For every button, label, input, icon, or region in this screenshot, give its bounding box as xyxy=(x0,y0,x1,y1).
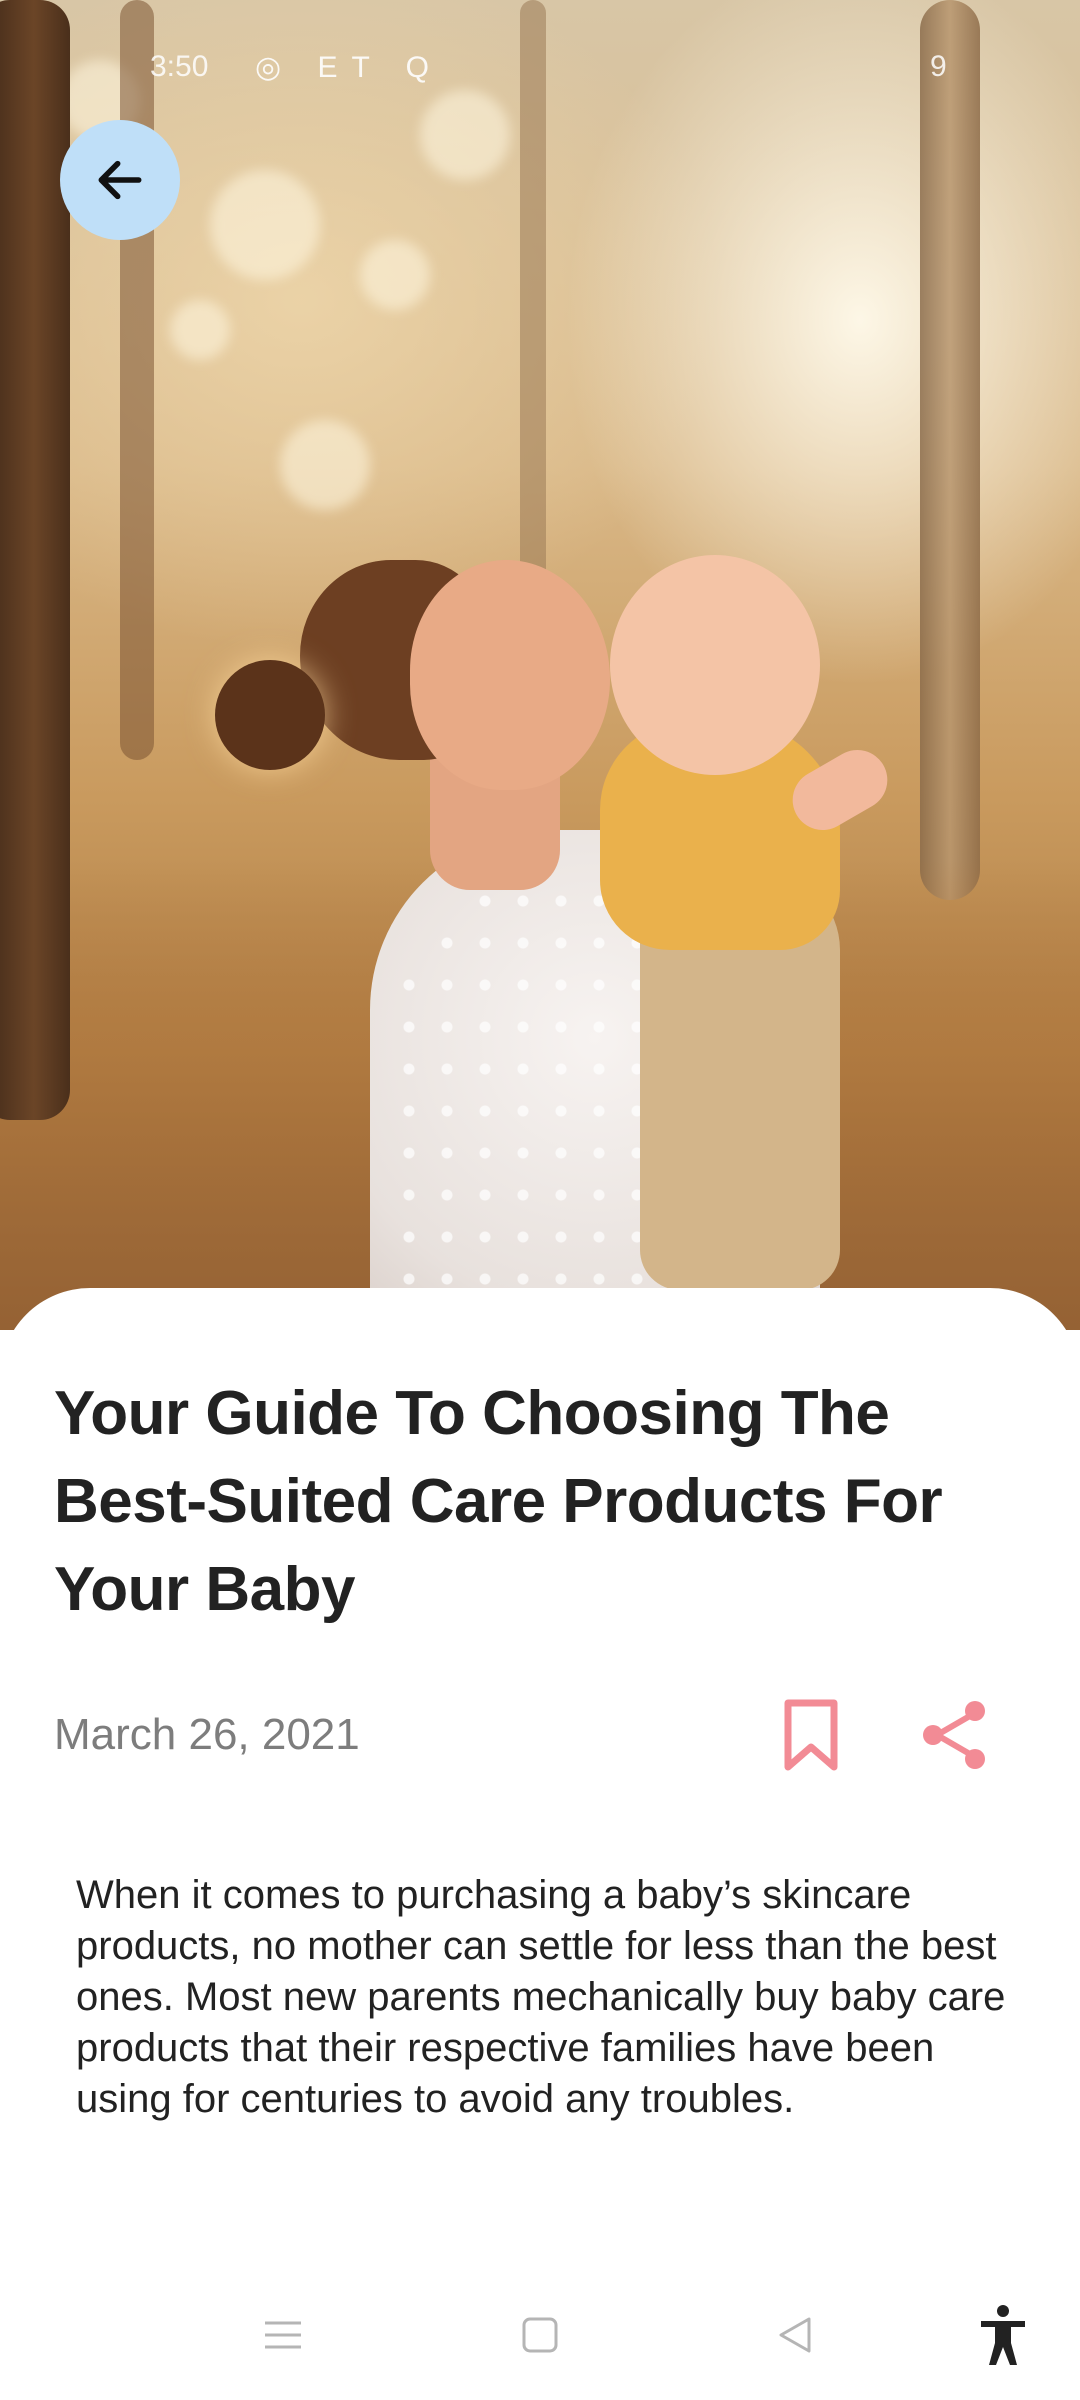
nav-back-button[interactable] xyxy=(755,2300,835,2370)
status-notification-icons: ◎ ET Q xyxy=(255,51,443,84)
square-home-icon xyxy=(522,2317,558,2353)
article-body: When it comes to purchasing a baby’s ski… xyxy=(76,1873,1006,2121)
triangle-back-icon xyxy=(779,2317,811,2353)
system-nav-bar xyxy=(0,2270,1080,2400)
status-bar: 3:50 ◎ ET Q 9 xyxy=(0,40,1080,100)
accessibility-button[interactable] xyxy=(963,2300,1043,2370)
share-icon xyxy=(923,1701,985,1769)
arrow-left-icon xyxy=(98,160,142,200)
bookmark-icon xyxy=(784,1699,838,1771)
share-button[interactable] xyxy=(915,1695,995,1775)
article-title: Your Guide To Choosing The Best-Suited C… xyxy=(54,1379,943,1624)
bookmark-button[interactable] xyxy=(776,1695,846,1775)
status-battery: 9 xyxy=(930,50,947,83)
status-time: 3:50 xyxy=(150,50,209,83)
article-date: March 26, 2021 xyxy=(54,1710,360,1759)
accessibility-icon xyxy=(981,2305,1025,2365)
menu-icon xyxy=(265,2321,301,2349)
nav-menu-button[interactable] xyxy=(243,2300,323,2370)
back-button[interactable] xyxy=(60,120,180,240)
nav-home-button[interactable] xyxy=(500,2300,580,2370)
